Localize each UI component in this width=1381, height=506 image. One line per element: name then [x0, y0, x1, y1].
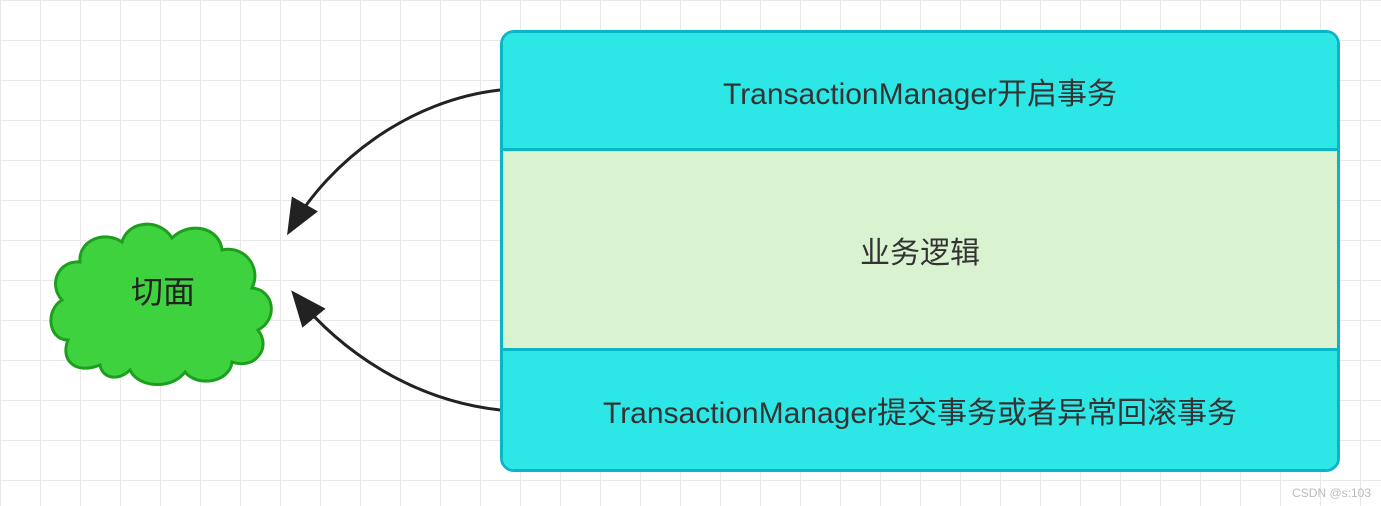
aspect-cloud: 切面 [40, 190, 286, 390]
step-commit-label: TransactionManager提交事务或者异常回滚事务 [603, 388, 1237, 432]
step-business-logic: 业务逻辑 [503, 151, 1337, 351]
step-begin-label: TransactionManager开启事务 [723, 69, 1117, 113]
step-begin-transaction: TransactionManager开启事务 [503, 33, 1337, 151]
aspect-label: 切面 [40, 190, 286, 390]
transaction-steps: TransactionManager开启事务 业务逻辑 TransactionM… [500, 30, 1340, 472]
step-commit-rollback: TransactionManager提交事务或者异常回滚事务 [503, 351, 1337, 469]
watermark: CSDN @s:103 [1292, 486, 1371, 500]
step-business-label: 业务逻辑 [860, 228, 980, 272]
